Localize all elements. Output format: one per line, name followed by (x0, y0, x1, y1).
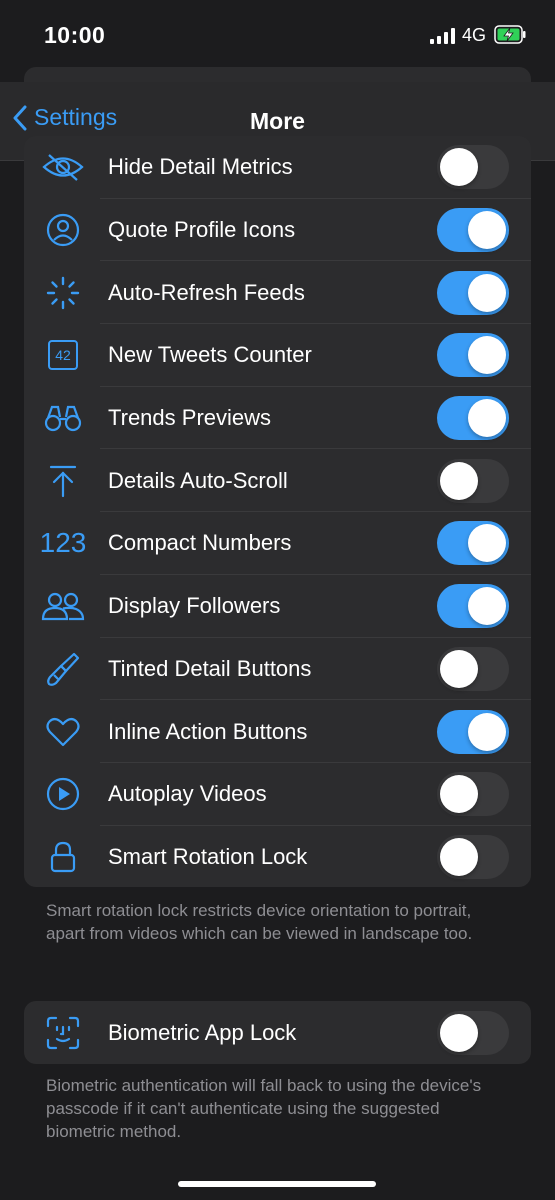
face-id-icon (38, 1013, 88, 1053)
autoplay-videos-toggle[interactable] (437, 772, 509, 817)
setting-label: Display Followers (108, 593, 281, 619)
setting-label: Autoplay Videos (108, 781, 267, 807)
paintbrush-icon (38, 649, 88, 689)
people-icon (38, 586, 88, 626)
eye-slash-icon (38, 147, 88, 187)
biometric-footnote: Biometric authentication will fall back … (46, 1076, 482, 1141)
page-title: More (250, 108, 305, 134)
setting-row-compact-numbers: 123 Compact Numbers (24, 512, 531, 575)
status-bar: 10:00 4G (0, 0, 555, 70)
compact-numbers-toggle[interactable] (437, 521, 509, 566)
setting-label: Trends Previews (108, 405, 272, 431)
inline-action-buttons-toggle[interactable] (437, 709, 509, 754)
spinner-icon (38, 273, 88, 313)
setting-label: Hide Detail Metrics (108, 154, 293, 180)
setting-row-autoplay-videos: Autoplay Videos (24, 763, 531, 826)
sheet-edge (24, 67, 531, 83)
setting-label: Inline Action Buttons (108, 718, 308, 744)
binoculars-icon (38, 398, 88, 438)
setting-label: Auto-Refresh Feeds (108, 279, 305, 305)
home-indicator[interactable] (178, 1181, 376, 1187)
setting-row-biometric-app-lock: Biometric App Lock (24, 1001, 531, 1064)
cellular-signal-icon (430, 28, 456, 44)
setting-row-smart-rotation-lock: Smart Rotation Lock (24, 826, 531, 887)
setting-row-hide-detail-metrics: Hide Detail Metrics (24, 136, 531, 199)
new-tweets-counter-toggle[interactable] (437, 333, 509, 378)
trends-previews-toggle[interactable] (437, 396, 509, 441)
setting-label: Compact Numbers (108, 530, 292, 556)
smart-rotation-lock-toggle[interactable] (437, 834, 509, 879)
biometric-app-lock-toggle[interactable] (437, 1010, 509, 1055)
setting-row-trends-previews: Trends Previews (24, 387, 531, 450)
auto-refresh-feeds-toggle[interactable] (437, 270, 509, 315)
setting-row-inline-action-buttons: Inline Action Buttons (24, 700, 531, 763)
counter-42-icon: 42 (38, 335, 88, 375)
setting-row-new-tweets-counter: 42 New Tweets Counter (24, 324, 531, 387)
details-auto-scroll-toggle[interactable] (437, 458, 509, 503)
display-followers-toggle[interactable] (437, 584, 509, 629)
hide-detail-metrics-toggle[interactable] (437, 145, 509, 190)
setting-label: New Tweets Counter (108, 342, 312, 368)
play-circle-icon (38, 774, 88, 814)
person-circle-icon (38, 210, 88, 250)
setting-label: Biometric App Lock (108, 1019, 297, 1045)
setting-row-auto-refresh-feeds: Auto-Refresh Feeds (24, 261, 531, 325)
setting-row-details-auto-scroll: Details Auto-Scroll (24, 449, 531, 513)
rotation-footnote: Smart rotation lock restricts device ori… (46, 901, 473, 943)
setting-label: Quote Profile Icons (108, 217, 296, 243)
heart-icon (38, 712, 88, 752)
numbers-123-icon: 123 (39, 527, 87, 559)
settings-group: Hide Detail Metrics Quote Profile Icons … (24, 136, 531, 887)
setting-label: Tinted Detail Buttons (108, 655, 312, 681)
biometric-group: Biometric App Lock (24, 1001, 531, 1064)
quote-profile-icons-toggle[interactable] (437, 208, 509, 253)
setting-row-display-followers: Display Followers (24, 575, 531, 638)
setting-label: Smart Rotation Lock (108, 843, 308, 869)
setting-row-quote-profile-icons: Quote Profile Icons (24, 199, 531, 262)
arrow-up-to-line-icon (38, 461, 88, 501)
tinted-detail-buttons-toggle[interactable] (437, 646, 509, 691)
lock-icon (38, 837, 88, 877)
setting-label: Details Auto-Scroll (108, 467, 288, 493)
setting-row-tinted-detail-buttons: Tinted Detail Buttons (24, 638, 531, 701)
status-time: 10:00 (44, 22, 106, 48)
battery-charging-icon (494, 25, 526, 44)
network-type: 4G (462, 25, 487, 45)
